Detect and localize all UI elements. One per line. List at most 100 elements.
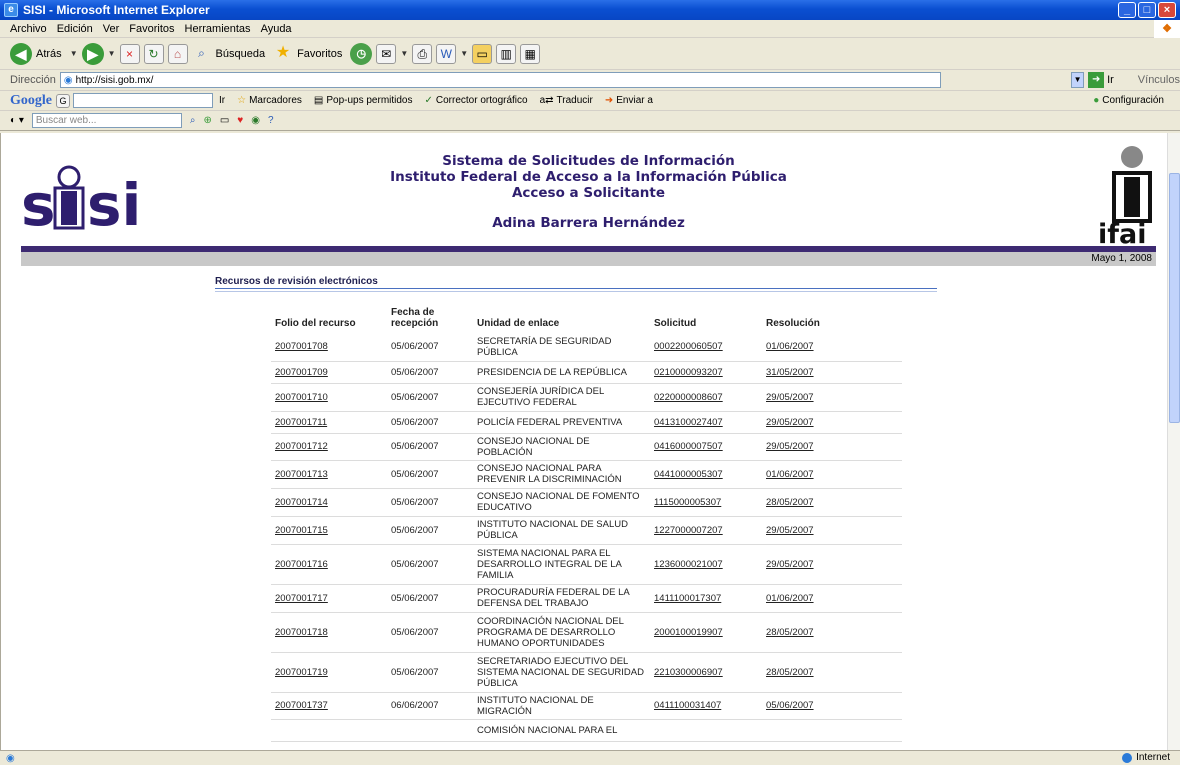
menu-ayuda[interactable]: Ayuda (261, 23, 292, 35)
home-icon[interactable]: ⌂ (167, 43, 188, 64)
close-button[interactable]: × (1158, 2, 1176, 18)
menu-favoritos[interactable]: Favoritos (129, 23, 174, 35)
solicitud-link[interactable]: 2000100019907 (654, 627, 723, 638)
minimize-button[interactable]: _ (1118, 2, 1136, 18)
resolucion-link[interactable]: 29/05/2007 (766, 441, 814, 452)
folio-cell: 2007001712 (271, 433, 387, 461)
folio-link[interactable]: 2007001709 (275, 367, 328, 378)
header-access: Acceso a Solicitante (511, 185, 666, 201)
links-button[interactable]: Vínculos (1138, 74, 1180, 86)
unidad-cell: CONSEJO NACIONAL PARA PREVENIR LA DISCRI… (473, 460, 650, 489)
forward-button[interactable]: ▶ (81, 42, 104, 65)
google-go-button[interactable]: Ir (219, 95, 225, 106)
solicitud-cell: 2210300006907 (650, 652, 762, 693)
folio-link[interactable]: 2007001717 (275, 593, 328, 604)
edit-dropdown-icon[interactable]: ▼ (460, 49, 468, 58)
solicitud-link[interactable]: 0411100031407 (654, 700, 721, 711)
panel-icon[interactable]: ▭ (220, 115, 229, 126)
solicitud-link[interactable]: 2210300006907 (654, 667, 723, 678)
scrollbar-thumb[interactable] (1169, 173, 1180, 423)
edit-icon[interactable]: W (436, 43, 457, 64)
help-icon[interactable]: ? (268, 115, 274, 126)
go-arrow-icon[interactable]: ➜ (1088, 72, 1105, 88)
folio-link[interactable]: 2007001712 (275, 441, 328, 452)
resolucion-link[interactable]: 01/06/2007 (766, 341, 814, 352)
menu-herramientas[interactable]: Herramientas (185, 23, 251, 35)
google-g-icon[interactable]: G (56, 93, 70, 108)
address-dropdown-icon[interactable]: ▼ (1070, 72, 1085, 88)
stop-icon[interactable]: × (119, 43, 140, 64)
google-logo[interactable]: Google (10, 93, 52, 109)
search-go-icon[interactable]: ⌕ (190, 115, 196, 126)
folio-link[interactable]: 2007001718 (275, 627, 328, 638)
messenger-icon[interactable]: ▦ (520, 43, 541, 64)
back-button[interactable]: ◀ Atrás (10, 42, 62, 65)
google-search-input[interactable] (73, 93, 213, 108)
globe-icon[interactable]: ◉ (251, 115, 260, 126)
bookmarks-button[interactable]: ☆ Marcadores (237, 95, 302, 106)
folio-link[interactable]: 2007001710 (275, 392, 328, 403)
address-input[interactable]: ◉ http://sisi.gob.mx/ (59, 72, 941, 88)
folio-link[interactable]: 2007001708 (275, 341, 328, 352)
menu-archivo[interactable]: Archivo (10, 23, 47, 35)
add-icon[interactable]: ⊕ (203, 115, 211, 126)
heart-icon[interactable]: ♥ (237, 115, 243, 126)
history-icon[interactable]: ◷ (350, 42, 373, 65)
go-button[interactable]: Ir (1107, 74, 1114, 86)
solicitud-link[interactable]: 1236000021007 (654, 559, 723, 570)
resolucion-link[interactable]: 01/06/2007 (766, 469, 814, 480)
resolucion-link[interactable]: 29/05/2007 (766, 392, 814, 403)
star-icon: ★ (275, 43, 291, 61)
translate-button[interactable]: a⇄ Traducir (540, 95, 593, 106)
forward-dropdown-icon[interactable]: ▼ (108, 49, 116, 58)
research-icon[interactable]: ▥ (496, 43, 517, 64)
solicitud-link[interactable]: 1227000007207 (654, 525, 723, 536)
resolucion-link[interactable]: 01/06/2007 (766, 593, 814, 604)
resolucion-link[interactable]: 28/05/2007 (766, 627, 814, 638)
folio-link[interactable]: 2007001737 (275, 700, 328, 711)
web-search-input[interactable]: Buscar web... (31, 113, 182, 128)
table-row: 2007001710 05/06/2007 CONSEJERÍA JURÍDICA … (271, 383, 902, 412)
menu-edicion[interactable]: Edición (57, 23, 93, 35)
table-row: 2007001711 05/06/2007 POLICÍA FEDERAL PREV… (271, 411, 902, 434)
solicitud-link[interactable]: 0220000008607 (654, 392, 723, 403)
resolucion-link[interactable]: 29/05/2007 (766, 417, 814, 428)
resolucion-link[interactable]: 28/05/2007 (766, 497, 814, 508)
folio-link[interactable]: 2007001715 (275, 525, 328, 536)
unidad-cell: CONSEJO NACIONAL DE POBLACIÓN (473, 433, 650, 461)
solicitud-link[interactable]: 1115000005307 (654, 497, 721, 508)
settings-button[interactable]: ● Configuración (1093, 95, 1164, 106)
solicitud-link[interactable]: 0416000007507 (654, 441, 723, 452)
resolucion-link[interactable]: 05/06/2007 (766, 700, 814, 711)
solicitud-link[interactable]: 0002200060507 (654, 341, 723, 352)
maximize-button[interactable]: □ (1138, 2, 1156, 18)
mail-dropdown-icon[interactable]: ▼ (400, 49, 408, 58)
spellcheck-button[interactable]: ✓ Corrector ortográfico (425, 95, 528, 106)
mail-icon[interactable]: ✉ (376, 43, 397, 64)
folio-link[interactable]: 2007001711 (275, 417, 327, 428)
solicitud-link[interactable]: 0413100027407 (654, 417, 723, 428)
resolucion-link[interactable]: 31/05/2007 (766, 367, 814, 378)
resolucion-link[interactable]: 29/05/2007 (766, 559, 814, 570)
send-to-button[interactable]: ➜ Enviar a (605, 95, 653, 106)
solicitud-link[interactable]: 1411100017307 (654, 593, 721, 604)
search-engine-icon[interactable]: ◐ ▾ (10, 115, 24, 126)
refresh-icon[interactable]: ↻ (143, 43, 164, 64)
bookmark-star-icon: ☆ (237, 95, 247, 106)
vertical-scrollbar[interactable] (1167, 133, 1180, 750)
resolucion-link[interactable]: 29/05/2007 (766, 525, 814, 536)
folio-link[interactable]: 2007001714 (275, 497, 328, 508)
folio-link[interactable]: 2007001713 (275, 469, 328, 480)
solicitud-link[interactable]: 0210000093207 (654, 367, 723, 378)
solicitud-link[interactable]: 0441000005307 (654, 469, 723, 480)
folio-link[interactable]: 2007001719 (275, 667, 328, 678)
folder-icon[interactable]: ▭ (472, 43, 493, 64)
print-icon[interactable]: ⎙ (412, 43, 433, 64)
resolucion-link[interactable]: 28/05/2007 (766, 667, 814, 678)
folio-link[interactable]: 2007001716 (275, 559, 328, 570)
menu-ver[interactable]: Ver (103, 23, 120, 35)
back-dropdown-icon[interactable]: ▼ (70, 49, 78, 58)
favorites-button[interactable]: ★ Favoritos (273, 44, 342, 64)
popups-button[interactable]: ▤ Pop-ups permitidos (314, 95, 413, 106)
search-button[interactable]: ⌕ Búsqueda (192, 44, 265, 64)
